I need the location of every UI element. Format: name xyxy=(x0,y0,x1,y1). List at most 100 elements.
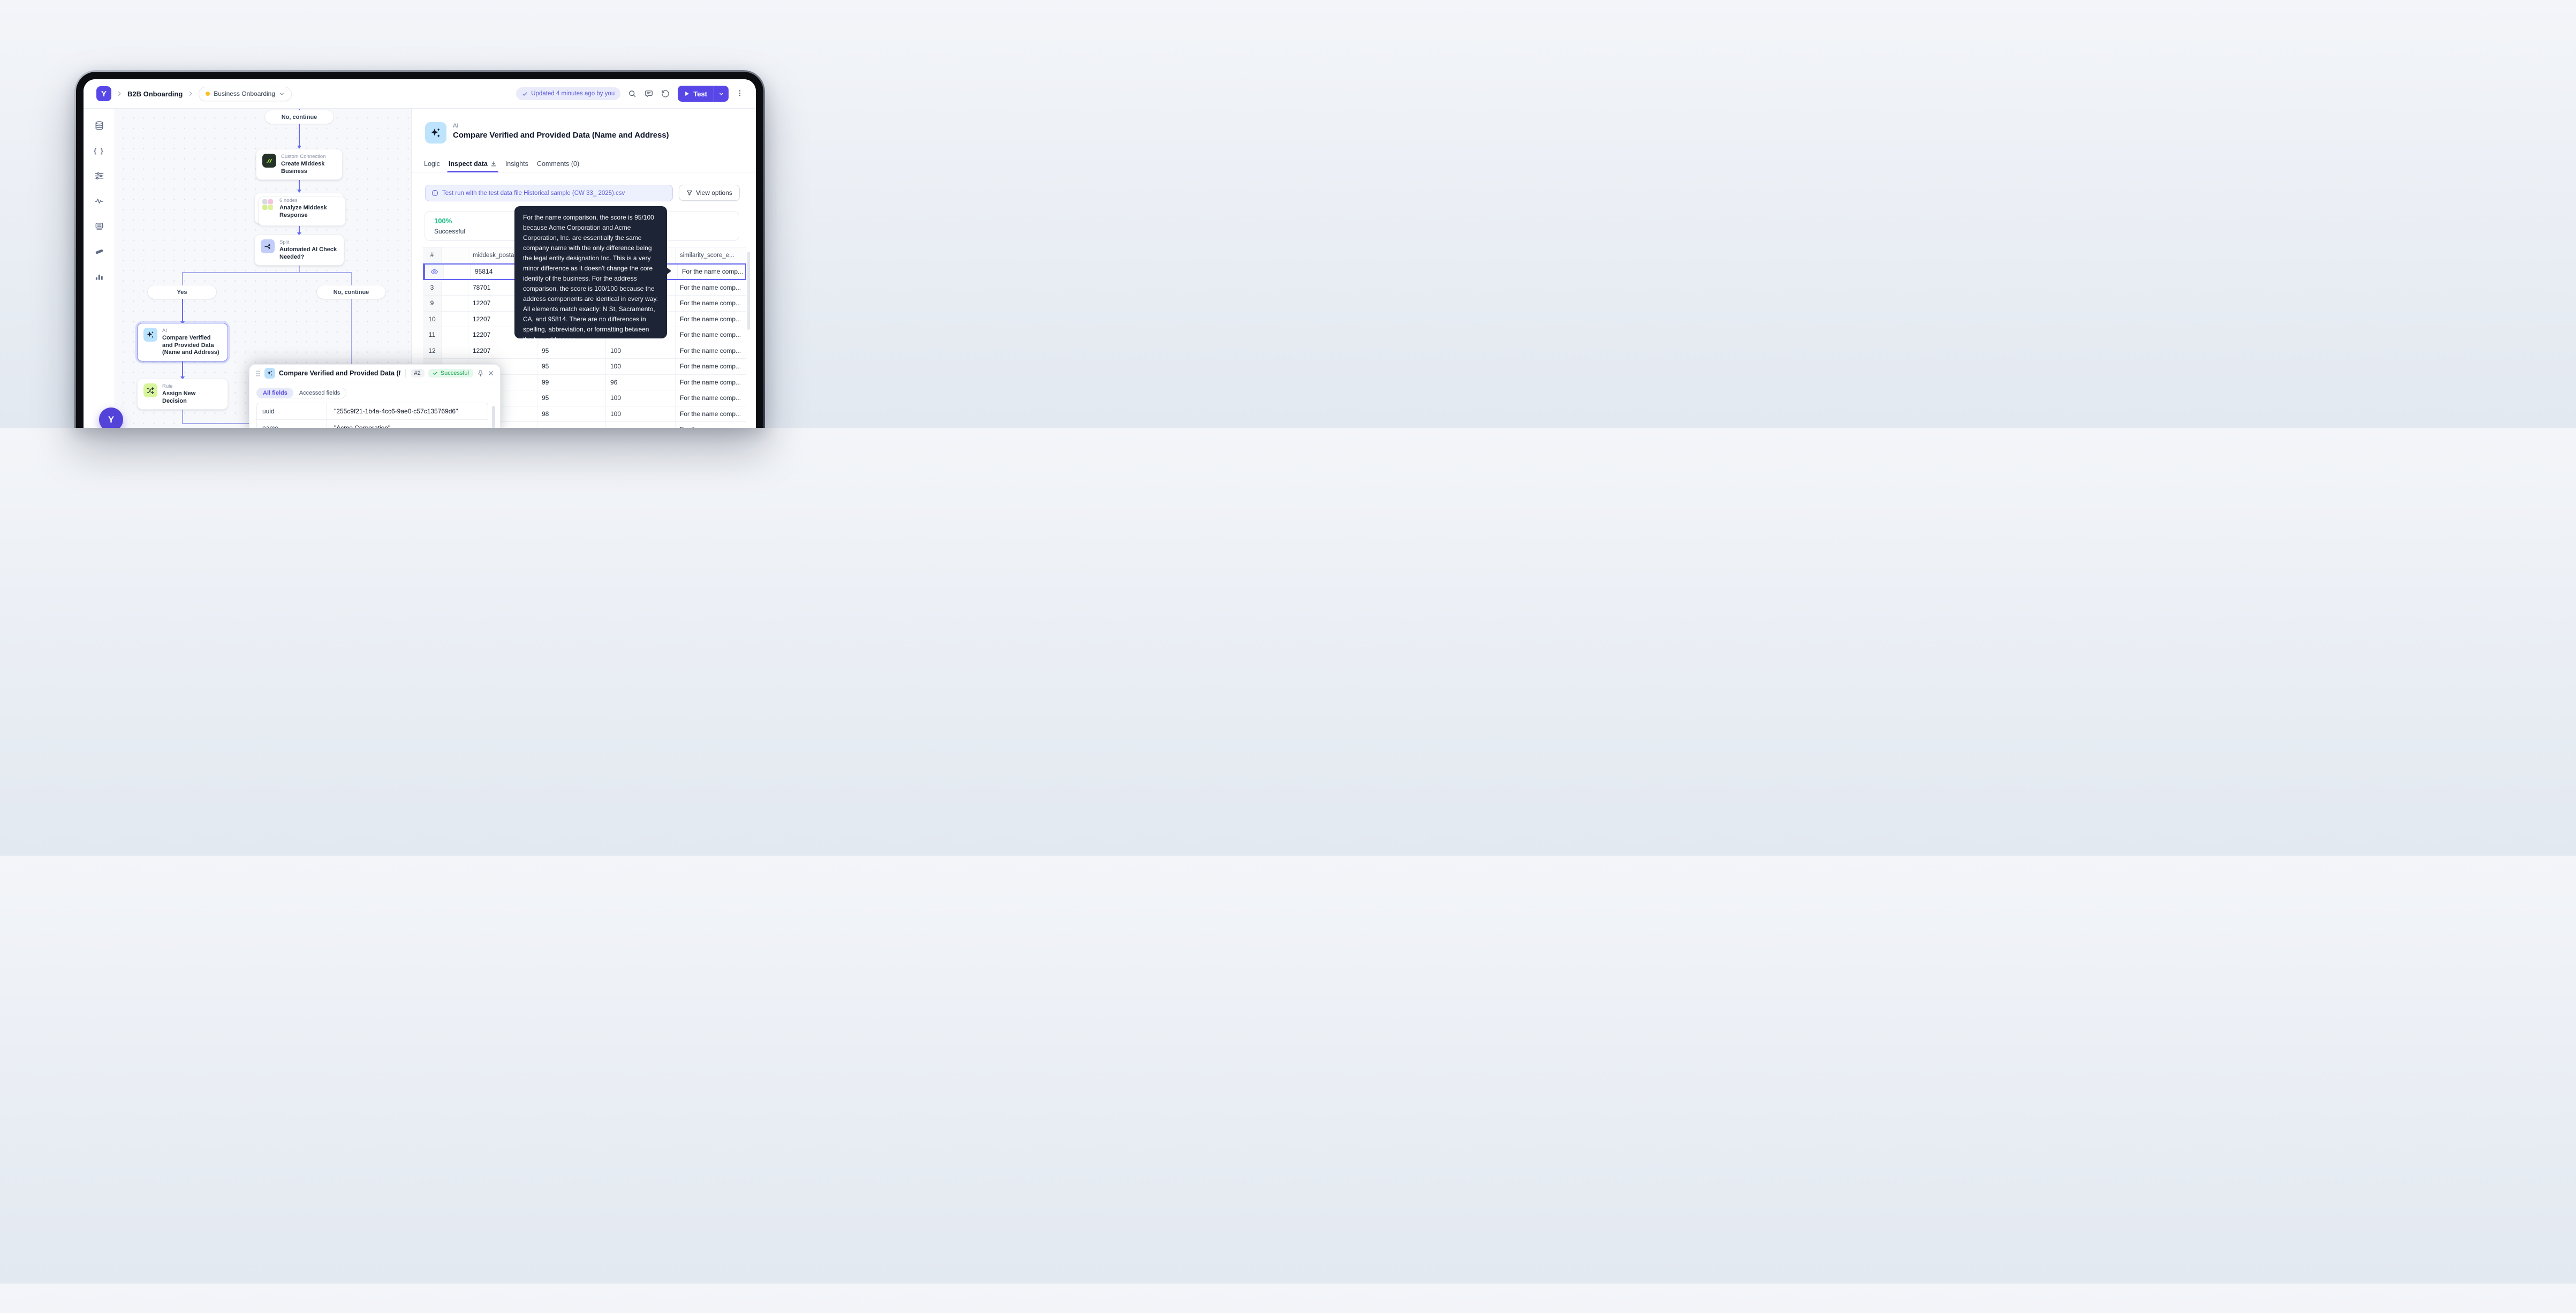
eye-icon[interactable] xyxy=(430,268,438,276)
kebab-icon[interactable] xyxy=(736,89,745,99)
shuffle-icon xyxy=(143,383,157,397)
cell-similarity-explanation[interactable]: For the name comp... xyxy=(676,422,746,428)
tab-insights[interactable]: Insights xyxy=(505,155,528,172)
tab-comments[interactable]: Comments (0) xyxy=(537,155,579,172)
reader-icon[interactable] xyxy=(92,219,106,233)
node-type: 6 nodes xyxy=(279,198,338,204)
cell-similarity-explanation[interactable]: For the name comp... xyxy=(676,327,746,343)
cell-similarity-explanation[interactable]: For the name comp... xyxy=(676,359,746,374)
table-row[interactable]: 12 12207 95 100 For the name comp... xyxy=(423,343,746,359)
cell-similarity-explanation[interactable]: For the name comp... xyxy=(676,280,746,296)
col-header[interactable] xyxy=(442,247,468,263)
comment-icon[interactable] xyxy=(645,89,654,99)
branch-pill-no-continue[interactable]: No, continue xyxy=(317,285,385,299)
cell-blank[interactable] xyxy=(442,327,468,343)
cell-blank[interactable] xyxy=(442,296,468,311)
cell-similarity-explanation[interactable]: For the name comp... xyxy=(676,375,746,390)
cell-score-1[interactable]: 99 xyxy=(537,375,606,390)
panel-scrollbar[interactable] xyxy=(492,406,495,428)
tab-accessed-fields[interactable]: Accessed fields xyxy=(293,388,346,398)
cell-blank[interactable] xyxy=(442,312,468,327)
cell-similarity-explanation[interactable]: For the name comp... xyxy=(676,312,746,327)
cell-score-1[interactable]: 98 xyxy=(537,406,606,422)
row-detail-panel: Compare Verified and Provided Data (N...… xyxy=(249,364,501,428)
cell-similarity-explanation[interactable]: For the name comp... xyxy=(676,343,746,359)
sliders-icon[interactable] xyxy=(92,169,106,183)
cell-score-1[interactable]: 95 xyxy=(537,390,606,406)
cell-score-1[interactable] xyxy=(537,422,606,428)
view-options-button[interactable]: View options xyxy=(679,185,740,201)
download-icon[interactable] xyxy=(490,161,497,167)
row-index: 11 xyxy=(429,331,435,338)
node-automated-ai-check[interactable]: Split Automated AI Check Needed? xyxy=(254,235,344,266)
braces-icon[interactable]: { } xyxy=(92,144,106,157)
chevron-right-icon xyxy=(116,90,123,97)
test-tube-icon[interactable] xyxy=(92,244,106,258)
cell-blank[interactable] xyxy=(442,343,468,359)
cell-score-2[interactable]: 100 xyxy=(606,343,676,359)
chevron-down-icon xyxy=(718,91,724,97)
cell-blank[interactable] xyxy=(442,280,468,296)
fields-segmented-control: All fields Accessed fields xyxy=(256,388,346,398)
cell-similarity-explanation[interactable]: For the name comp... xyxy=(676,390,746,406)
field-row[interactable]: name "Acme Corporation" xyxy=(257,420,488,428)
split-icon xyxy=(261,239,275,253)
cell-similarity-explanation[interactable]: For the name comp... xyxy=(678,265,748,279)
top-bar: Y B2B Onboarding Business Onboarding Upd… xyxy=(84,79,756,109)
cell-similarity-explanation[interactable]: For the name comp... xyxy=(676,406,746,422)
cell-similarity-explanation[interactable]: For the name comp... xyxy=(676,296,746,311)
test-button[interactable]: Test xyxy=(678,86,729,102)
tab-inspect-data[interactable]: Inspect data xyxy=(449,155,497,172)
branch-pill-yes[interactable]: Yes xyxy=(148,285,216,299)
cell-score-1[interactable]: 95 xyxy=(537,343,606,359)
cell-score-2[interactable] xyxy=(606,422,676,428)
node-assign-new-decision[interactable]: Rule Assign New Decision xyxy=(137,379,228,410)
success-percent: 100% xyxy=(434,217,452,225)
middesk-icon xyxy=(262,154,276,168)
node-create-middesk-business[interactable]: Custom Connection Create Middesk Busines… xyxy=(256,149,343,180)
drag-handle-icon[interactable] xyxy=(255,370,261,377)
col-header-similarity[interactable]: similarity_score_e... xyxy=(676,247,746,263)
test-run-info-label: Test run with the test data file Histori… xyxy=(442,190,625,197)
node-compare-verified-ai[interactable]: AI Compare Verified and Provided Data (N… xyxy=(137,323,228,361)
cell-score-2[interactable]: 100 xyxy=(606,359,676,374)
test-run-info-banner[interactable]: Test run with the test data file Histori… xyxy=(425,185,673,201)
field-value: "Acme Corporation" xyxy=(327,420,488,428)
test-dropdown-caret[interactable] xyxy=(714,86,729,102)
pin-icon[interactable] xyxy=(477,370,484,377)
tab-logic[interactable]: Logic xyxy=(424,155,440,172)
breadcrumb-project[interactable]: B2B Onboarding xyxy=(127,90,183,98)
panel-title: Compare Verified and Provided Data (Name… xyxy=(453,131,669,140)
row-index: 10 xyxy=(428,315,435,323)
close-icon[interactable] xyxy=(488,370,494,376)
tab-all-fields[interactable]: All fields xyxy=(257,388,293,398)
table-scrollbar[interactable] xyxy=(747,252,750,330)
taktile-fab[interactable]: Y xyxy=(99,408,123,428)
cell-postal[interactable]: 12207 xyxy=(468,343,537,359)
row-detail-title: Compare Verified and Provided Data (N... xyxy=(279,369,400,377)
success-label: Successful xyxy=(434,228,465,235)
cell-score-2[interactable]: 100 xyxy=(606,406,676,422)
cell-score-2[interactable]: 96 xyxy=(606,375,676,390)
node-type: Custom Connection xyxy=(281,154,336,160)
node-title: Automated AI Check Needed? xyxy=(279,246,338,261)
cell-score-1[interactable]: 95 xyxy=(537,359,606,374)
panel-node-kind: AI xyxy=(453,123,458,129)
status-label: Successful xyxy=(441,370,469,376)
history-icon[interactable] xyxy=(661,89,670,99)
node-type: AI xyxy=(162,328,222,334)
node-analyze-middesk-response[interactable]: 6 nodes Analyze Middesk Response xyxy=(254,193,344,224)
search-icon[interactable] xyxy=(628,89,637,99)
cell-score-2[interactable]: 100 xyxy=(606,390,676,406)
taktile-logo[interactable]: Y xyxy=(96,86,111,101)
flow-selector[interactable]: Business Onboarding xyxy=(199,87,292,101)
branch-pill-no-continue-top[interactable]: No, continue xyxy=(265,110,334,124)
cell-blank[interactable] xyxy=(444,265,471,279)
activity-icon[interactable] xyxy=(92,194,106,208)
connector xyxy=(299,124,300,146)
node-type: Split xyxy=(279,239,338,246)
database-icon[interactable] xyxy=(92,118,106,132)
bar-chart-icon[interactable] xyxy=(92,269,106,283)
col-header-index[interactable]: # xyxy=(423,247,442,263)
field-row[interactable]: uuid "255c9f21-1b4a-4cc6-9ae0-c57c135769… xyxy=(257,403,488,420)
